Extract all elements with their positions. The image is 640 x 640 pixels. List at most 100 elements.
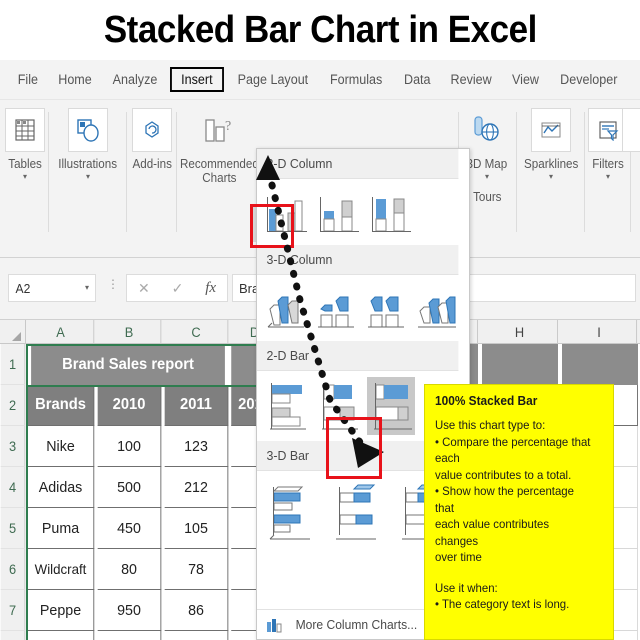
row-number-7[interactable]: 7	[0, 590, 26, 631]
cell-c8[interactable]: 112	[164, 631, 229, 640]
cell-a6[interactable]: Wildcraft	[27, 549, 95, 590]
cell-a5[interactable]: Puma	[27, 508, 95, 549]
tab-page-layout[interactable]: Page Layout	[229, 68, 316, 91]
select-all-corner[interactable]	[0, 320, 26, 344]
column-header-h[interactable]: H	[482, 320, 558, 344]
ribbon-group-sparklines[interactable]: Sparklines ▾	[520, 100, 582, 250]
chevron-down-icon[interactable]: ▾	[485, 172, 489, 182]
gallery-item-stacked-column[interactable]	[315, 185, 363, 239]
ribbon-divider	[48, 112, 49, 232]
more-charts-icon	[267, 618, 282, 632]
row-number-4[interactable]: 4	[0, 467, 26, 508]
chevron-down-icon[interactable]: ▾	[23, 172, 27, 182]
cell-a7[interactable]: Peppe	[27, 590, 95, 631]
insert-function-icon[interactable]: fx	[205, 280, 216, 297]
gallery-row-2d-column	[257, 179, 469, 245]
cell-b5[interactable]: 450	[97, 508, 162, 549]
column-header-i[interactable]: I	[562, 320, 638, 344]
gallery-item-3d-stacked-column[interactable]	[313, 281, 359, 335]
column-header-c[interactable]: C	[165, 320, 229, 344]
tab-view[interactable]: View	[504, 68, 548, 91]
gallery-item-3d-100-stacked-column[interactable]	[363, 281, 409, 335]
gallery-item-3d-clustered-bar[interactable]	[263, 481, 325, 543]
tab-home[interactable]: Home	[50, 68, 100, 91]
ribbon-divider	[176, 112, 177, 232]
tab-analyze[interactable]: Analyze	[104, 68, 165, 91]
tab-review[interactable]: Review	[442, 68, 500, 91]
gallery-item-clustered-bar[interactable]	[263, 377, 311, 435]
row-number-1[interactable]: 1	[0, 344, 26, 385]
row-number-3[interactable]: 3	[0, 426, 26, 467]
ribbon-group-illustrations[interactable]: Illustrations ▾	[52, 100, 124, 250]
gallery-item-clustered-column[interactable]	[263, 185, 311, 239]
cell-a8[interactable]: Clarz	[27, 631, 95, 640]
gallery-section-3d-column: 3-D Column	[257, 245, 459, 275]
tooltip-bullet-1-cont: value contributes to a total.	[435, 467, 572, 482]
chevron-down-icon[interactable]: ▾	[549, 172, 553, 182]
tab-formulas[interactable]: Formulas	[322, 68, 391, 91]
ribbon-group-links[interactable]: L	[622, 100, 640, 250]
tab-data[interactable]: Data	[395, 68, 438, 91]
cell-c2[interactable]: 2011	[164, 385, 229, 426]
cell-c7[interactable]: 86	[164, 590, 229, 631]
ribbon-divider	[126, 112, 127, 232]
cancel-icon[interactable]: ✕	[138, 280, 150, 297]
gallery-item-3d-stacked-bar[interactable]	[329, 481, 391, 543]
chart-type-tooltip: 100% Stacked Bar Use this chart type to:…	[424, 384, 614, 640]
cell-a4[interactable]: Adidas	[27, 467, 95, 508]
ribbon-group-addins[interactable]: Add-ins	[130, 100, 174, 250]
cell-b4[interactable]: 500	[97, 467, 162, 508]
row-number-8[interactable]: 8	[0, 631, 26, 640]
cell-b2[interactable]: 2010	[97, 385, 162, 426]
row-number-6[interactable]: 6	[0, 549, 26, 590]
cell-title[interactable]: Brand Sales report	[31, 344, 225, 385]
gallery-item-100-stacked-column[interactable]	[367, 185, 415, 239]
tab-insert[interactable]: Insert	[169, 67, 224, 92]
cell-b6[interactable]: 80	[97, 549, 162, 590]
chevron-down-icon[interactable]: ▾	[85, 283, 89, 293]
ribbon-group-label-filters: Filters	[592, 157, 624, 171]
cell-i1[interactable]	[562, 344, 638, 385]
more-column-charts-label: More Column Charts...	[295, 617, 418, 632]
tab-file[interactable]: File	[9, 68, 46, 91]
ribbon-tab-bar: File Home Analyze Insert Page Layout For…	[0, 60, 640, 100]
ribbon-group-label-tables: Tables	[8, 157, 42, 171]
confirm-icon[interactable]: ✓	[172, 280, 184, 297]
cell-a3[interactable]: Nike	[27, 426, 95, 467]
gallery-item-100-stacked-bar[interactable]	[367, 377, 415, 435]
cell-b3[interactable]: 100	[97, 426, 162, 467]
tooltip-title: 100% Stacked Bar	[435, 394, 538, 408]
name-box[interactable]: A2 ▾	[8, 274, 96, 302]
gallery-item-3d-column[interactable]	[413, 281, 459, 335]
row-number-5[interactable]: 5	[0, 508, 26, 549]
column-header-a[interactable]: A	[28, 320, 95, 344]
chevron-down-icon[interactable]: ▾	[86, 172, 90, 182]
ribbon-group-label-3d-map: 3D Map	[466, 157, 508, 171]
name-box-value: A2	[15, 280, 31, 296]
tooltip-bullet-2: • Show how the percentage that	[435, 484, 574, 515]
tooltip-usewhen-bullet: • The category text is long.	[435, 597, 570, 611]
ribbon-group-recommended-charts[interactable]: ? Recommended Charts	[180, 100, 259, 250]
cell-h1[interactable]	[482, 344, 558, 385]
chevron-down-icon[interactable]: ▾	[606, 172, 610, 182]
cell-c5[interactable]: 105	[164, 508, 229, 549]
column-header-b[interactable]: B	[98, 320, 162, 344]
cell-a2[interactable]: Brands	[27, 385, 95, 426]
tab-developer[interactable]: Developer	[552, 68, 626, 91]
cell-c3[interactable]: 123	[164, 426, 229, 467]
tooltip-bullet-2-cont2: over time	[435, 550, 482, 564]
recommended-charts-icon: ?	[199, 108, 239, 152]
cell-c6[interactable]: 78	[164, 549, 229, 590]
formula-bar-grip[interactable]: ⋮	[107, 278, 119, 290]
gallery-item-3d-clustered-column[interactable]	[263, 281, 309, 335]
ribbon-group-label-addins: Add-ins	[132, 157, 172, 171]
gallery-item-stacked-bar[interactable]	[315, 377, 363, 435]
cell-c4[interactable]: 212	[164, 467, 229, 508]
row-number-2[interactable]: 2	[0, 385, 26, 426]
cell-b8[interactable]: 456	[97, 631, 162, 640]
tooltip-spacer	[435, 566, 603, 580]
ribbon-group-tables[interactable]: Tables ▾	[2, 100, 48, 250]
ribbon-group-label-sparklines: Sparklines	[523, 157, 579, 171]
svg-text:?: ?	[225, 119, 231, 134]
cell-b7[interactable]: 950	[97, 590, 162, 631]
